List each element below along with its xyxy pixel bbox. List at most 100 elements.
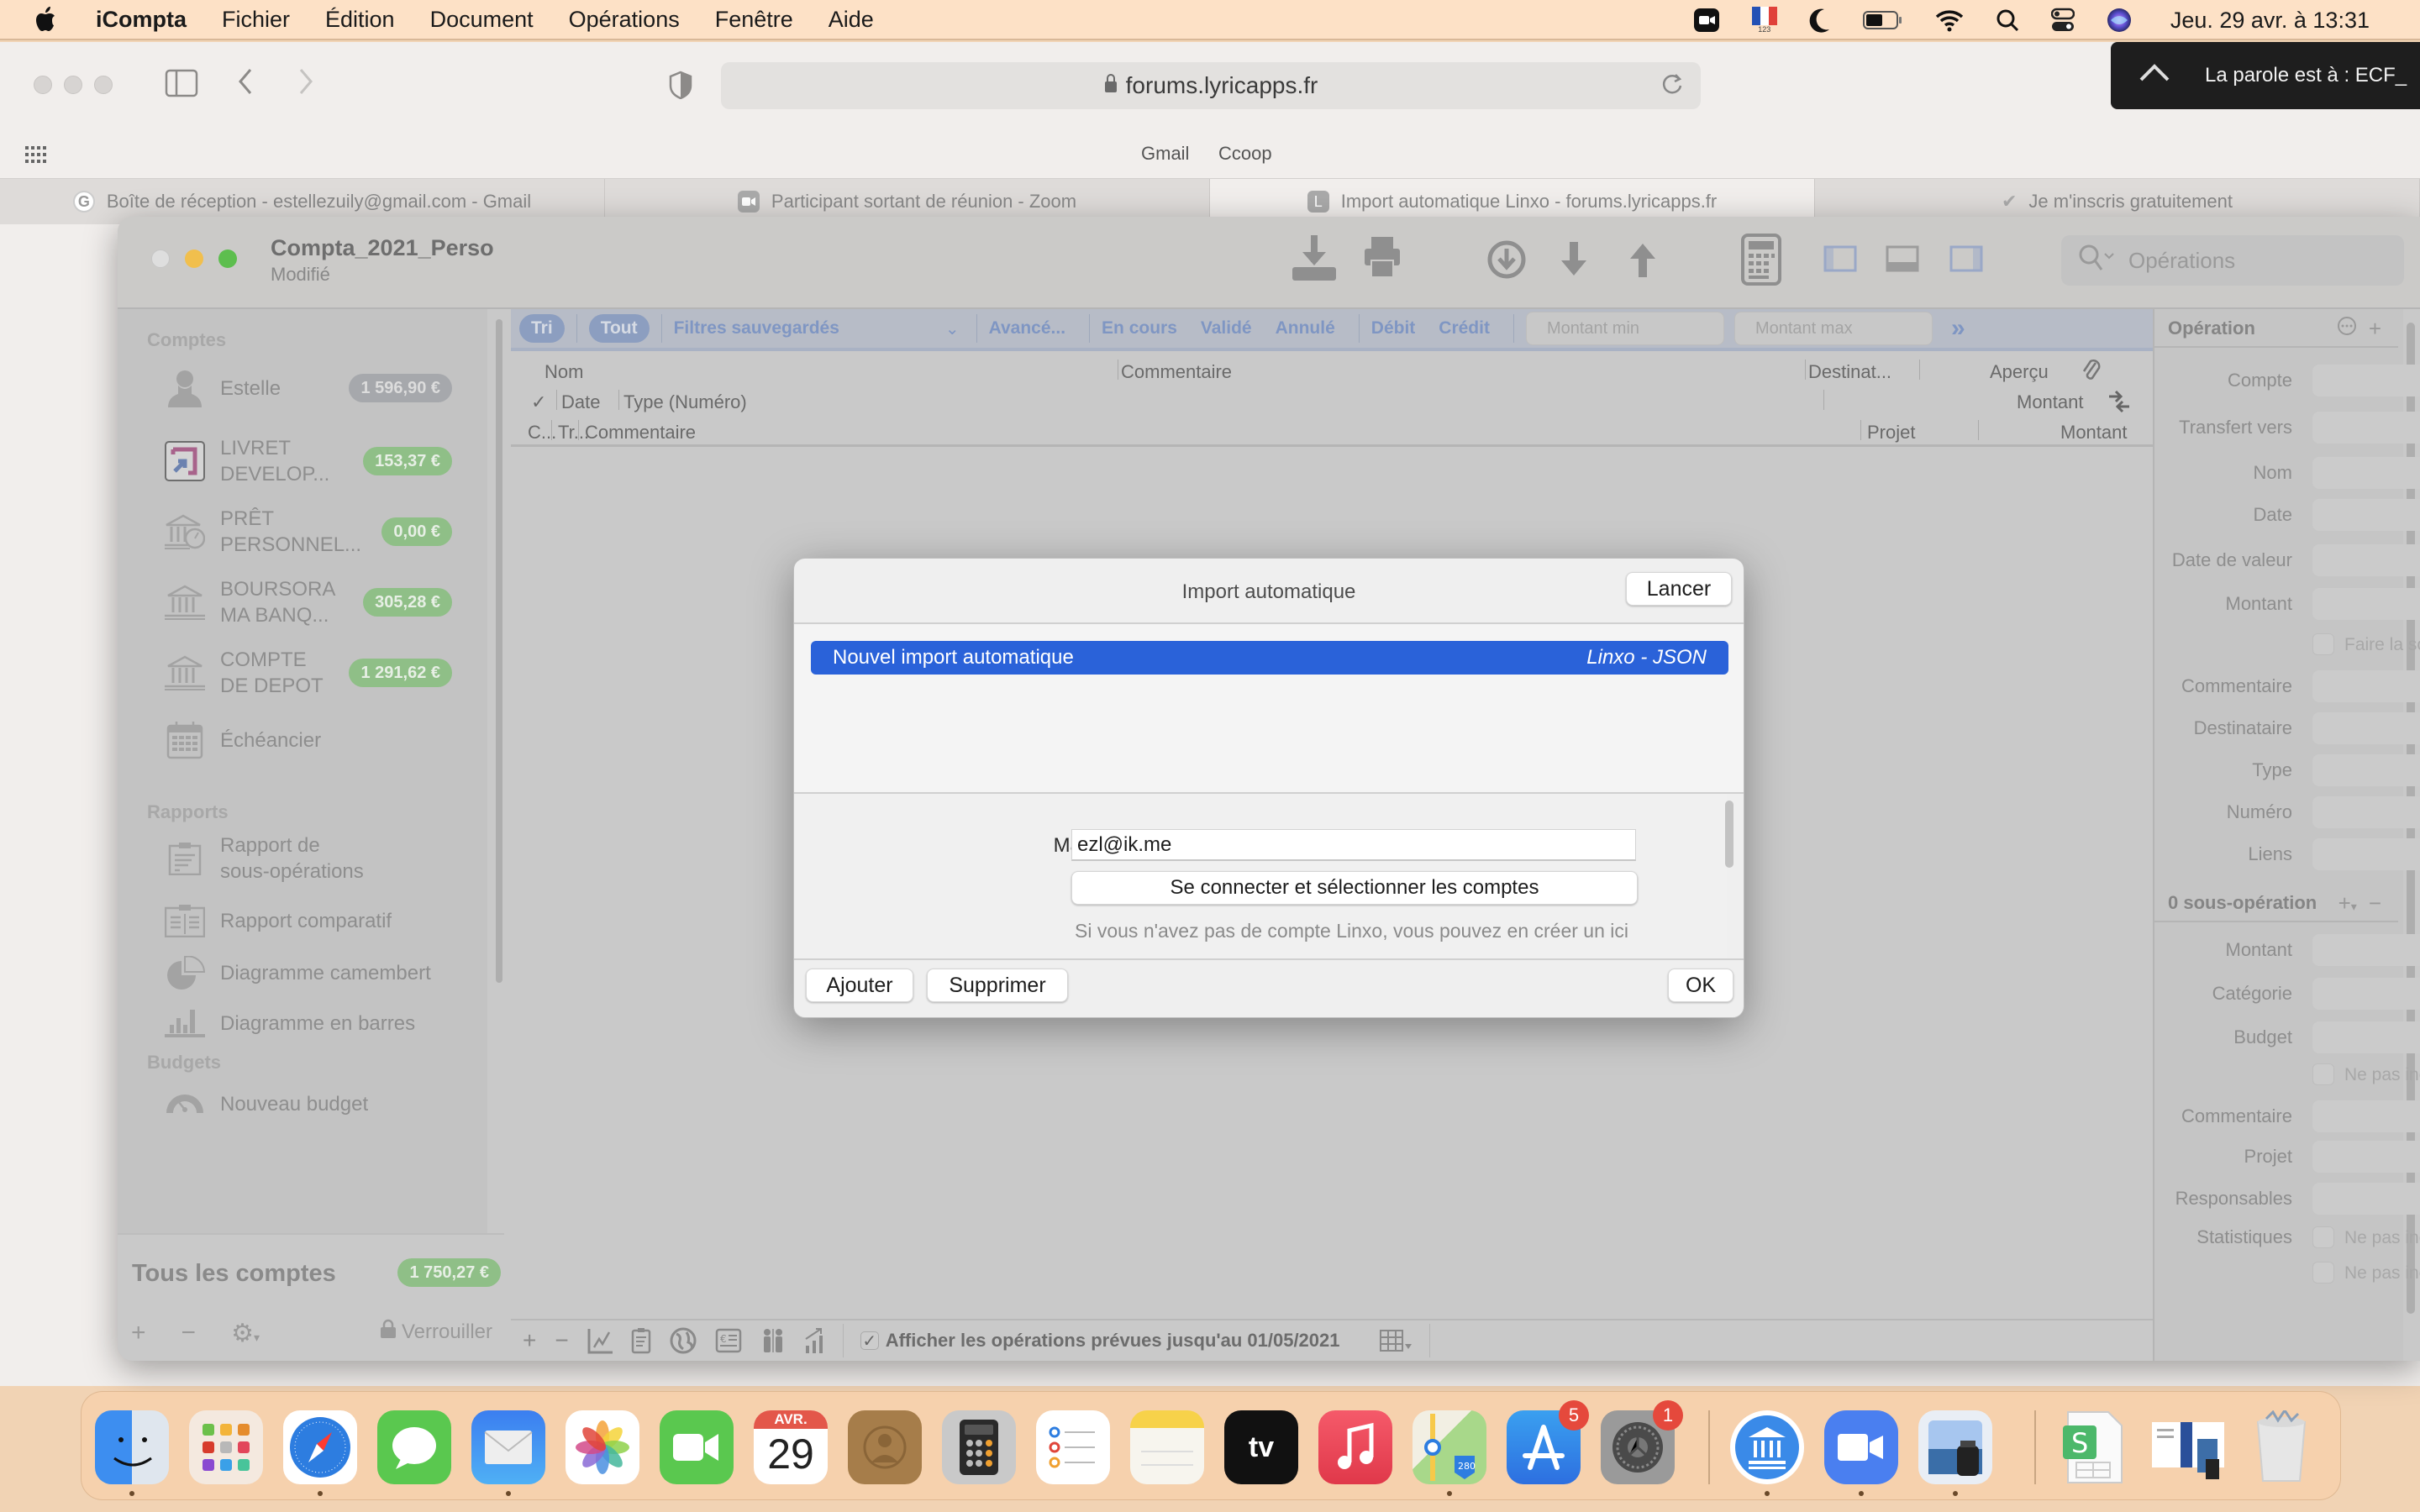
zoom-button[interactable] (218, 249, 237, 268)
double-chevron-right-icon[interactable]: » (1951, 314, 1965, 343)
dock-preview-icon[interactable] (1918, 1410, 1992, 1484)
close-button[interactable] (151, 249, 170, 268)
menu-edition[interactable]: Édition (325, 7, 395, 33)
column-preview[interactable]: Aperçu (1990, 361, 2049, 383)
dock-mail-icon[interactable] (471, 1410, 545, 1484)
reload-icon[interactable] (1660, 72, 1684, 104)
euro-statement-icon[interactable]: € (715, 1328, 742, 1353)
column-date[interactable]: Date (561, 391, 600, 413)
sidebar-account-livret[interactable]: LIVRET DEVELOP... 153,37 € (165, 433, 492, 489)
filter-cancelled[interactable]: Annulé (1276, 318, 1335, 339)
download-circle-icon[interactable] (1487, 240, 1526, 279)
column-project[interactable]: Projet (1867, 422, 1915, 444)
column-sub-comment[interactable]: Commentaire (585, 422, 696, 444)
left-panel-toggle-icon[interactable] (1823, 245, 1857, 272)
dock-reminders-icon[interactable] (1036, 1410, 1110, 1484)
remove-operation-button[interactable]: − (555, 1327, 568, 1354)
menu-app-name[interactable]: iCompta (96, 7, 187, 33)
chevron-up-icon[interactable] (2138, 63, 2171, 89)
menu-fichier[interactable]: Fichier (222, 7, 290, 33)
column-sub-amount[interactable]: Montant (2060, 422, 2128, 444)
privacy-shield-icon[interactable] (669, 71, 692, 107)
import-icon[interactable] (1291, 234, 1338, 282)
sidebar-report-sub-operations[interactable]: Rapport de sous-opérations (165, 832, 492, 885)
linxo-signup-hint-link[interactable]: Si vous n'avez pas de compte Linxo, vous… (1075, 920, 1628, 942)
menu-document[interactable]: Document (430, 7, 534, 33)
launch-button[interactable]: Lancer (1626, 572, 1732, 606)
do-not-disturb-moon-icon[interactable] (1809, 8, 1831, 33)
remove-account-button[interactable]: − (182, 1319, 197, 1348)
import-list[interactable]: Nouvel import automatique Linxo - JSON (794, 624, 1744, 792)
sum-checkbox[interactable] (2312, 633, 2334, 655)
add-sub-operation-icon[interactable]: +▾ (2338, 890, 2357, 916)
more-options-icon[interactable] (2337, 316, 2357, 342)
delete-button[interactable]: Supprimer (927, 969, 1068, 1002)
dock-notes-icon[interactable] (1130, 1410, 1204, 1484)
filter-validated[interactable]: Validé (1201, 318, 1252, 339)
ok-button[interactable]: OK (1668, 969, 1733, 1002)
filter-all[interactable]: Tout (588, 314, 650, 343)
dock-system-preferences-icon[interactable]: 1 (1601, 1400, 1683, 1484)
sidebar-account-pret[interactable]: PRÊT PERSONNEL... 0,00 € (165, 504, 492, 559)
sidebar-account-estelle[interactable]: Estelle 1 596,90 € (165, 363, 492, 413)
dock-icompta-icon[interactable] (1730, 1410, 1804, 1484)
dock-music-icon[interactable] (1318, 1410, 1392, 1484)
forward-chevron-icon[interactable] (297, 67, 314, 103)
value-date-field[interactable]: ▦▾ (2312, 544, 2420, 576)
sidebar-account-boursora[interactable]: BOURSORA MA BANQ... 305,28 € (165, 575, 492, 630)
name-combobox[interactable]: ⌄ (2312, 457, 2420, 489)
column-recipient[interactable]: Destinat... (1808, 361, 1891, 383)
stats-exclude-checkbox-1[interactable] (2312, 1226, 2334, 1248)
wifi-icon[interactable] (1935, 8, 1964, 32)
column-comment[interactable]: Commentaire (1121, 361, 1232, 383)
dock-contacts-icon[interactable] (848, 1410, 922, 1484)
battery-icon[interactable] (1862, 9, 1903, 31)
budget-exclude-checkbox[interactable] (2312, 1063, 2334, 1085)
safari-zoom-button[interactable] (94, 76, 113, 94)
dock-trash-icon[interactable] (2244, 1410, 2318, 1484)
column-type-number[interactable]: Type (Numéro) (623, 391, 747, 413)
dock-facetime-icon[interactable] (660, 1410, 734, 1484)
filter-credit[interactable]: Crédit (1439, 318, 1490, 339)
table-layout-menu-icon[interactable] (1379, 1329, 1413, 1352)
trend-bars-icon[interactable] (804, 1327, 826, 1354)
clipboard-report-icon[interactable] (631, 1327, 651, 1354)
sidebar-scrollbar[interactable] (493, 311, 505, 1277)
filter-debit[interactable]: Débit (1371, 318, 1416, 339)
favorite-gmail[interactable]: Gmail (1141, 143, 1189, 165)
siri-icon[interactable] (2107, 8, 2132, 33)
zoom-status-icon[interactable] (1693, 7, 1720, 34)
add-account-button[interactable]: + (131, 1319, 146, 1348)
favorites-grid-icon[interactable] (25, 146, 47, 169)
swap-arrows-icon[interactable] (2107, 390, 2131, 418)
filter-advanced[interactable]: Avancé... (989, 318, 1065, 339)
number-combobox[interactable]: ⌄ (2312, 796, 2420, 828)
sidebar-report-comparative[interactable]: Rapport comparatif (165, 897, 492, 944)
dock-maps-icon[interactable]: 280 (1413, 1410, 1486, 1484)
stats-exclude-checkbox-2[interactable] (2312, 1262, 2334, 1284)
amount-max-input[interactable]: Montant max (1733, 312, 1933, 345)
remove-sub-operation-icon[interactable]: − (2369, 890, 2381, 916)
sub-amount-field[interactable] (2312, 934, 2420, 966)
sidebar-report-bar-chart[interactable]: Diagramme en barres (165, 1000, 492, 1047)
account-select[interactable]: ⇕ (2312, 365, 2420, 396)
arrow-down-icon[interactable] (1560, 242, 1588, 277)
dock-finder-icon[interactable] (95, 1410, 169, 1484)
dock-photos-icon[interactable] (566, 1410, 639, 1484)
links-select[interactable]: ⌄ (2312, 838, 2420, 870)
safari-minimize-button[interactable] (64, 76, 82, 94)
sidebar-new-budget[interactable]: Nouveau budget (165, 1080, 492, 1127)
sidebar-scheduler[interactable]: Échéancier (165, 719, 492, 761)
favorite-ccoop[interactable]: Ccoop (1218, 143, 1272, 165)
menu-fenetre[interactable]: Fenêtre (715, 7, 793, 33)
menu-aide[interactable]: Aide (829, 7, 874, 33)
control-center-icon[interactable] (2050, 8, 2075, 33)
dock-calculator-icon[interactable] (942, 1410, 1016, 1484)
dock-zoom-icon[interactable] (1824, 1410, 1898, 1484)
column-name[interactable]: Nom (544, 361, 583, 383)
budget-select[interactable]: ⇕ (2312, 1021, 2420, 1053)
dock-safari-icon[interactable] (283, 1410, 357, 1484)
recipient-combobox[interactable]: ⌄ (2312, 712, 2420, 744)
sidebar-scroll-thumb[interactable] (496, 319, 502, 983)
dock-messages-icon[interactable] (377, 1410, 451, 1484)
